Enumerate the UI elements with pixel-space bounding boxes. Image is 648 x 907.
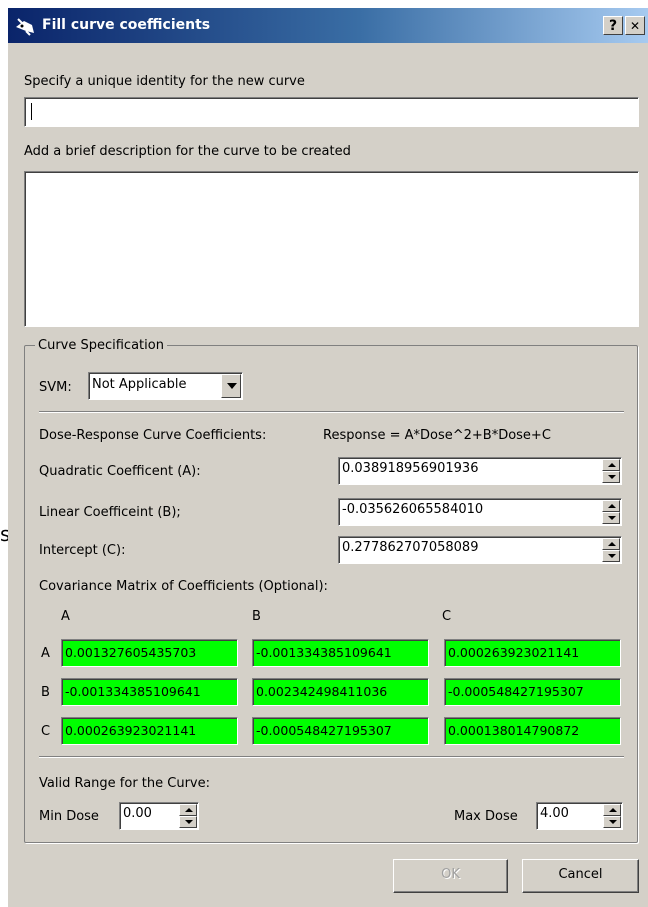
svm-combobox[interactable]: Not Applicable [88, 372, 243, 400]
cov-cell-a-a[interactable]: 0.001327605435703 [61, 639, 238, 667]
max-dose-label: Max Dose [454, 809, 518, 824]
spin-up-icon[interactable] [603, 804, 621, 816]
ok-button[interactable]: OK [393, 859, 508, 893]
close-button[interactable]: ✕ [625, 16, 645, 35]
row-label-a: A [41, 646, 50, 661]
range-label: Valid Range for the Curve: [39, 776, 210, 791]
max-dose-spinbox[interactable]: 4.00 [536, 802, 623, 830]
svm-label: SVM: [39, 380, 72, 395]
column-header-b: B [252, 609, 261, 624]
cancel-button[interactable]: Cancel [522, 859, 639, 893]
row-label-b: B [41, 685, 50, 700]
dialog-window: Fill curve coefficients ? ✕ Specify a un… [8, 8, 648, 907]
curve-specification-group [24, 345, 638, 843]
spin-up-icon[interactable] [602, 459, 620, 471]
window-title: Fill curve coefficients [42, 17, 211, 33]
description-label: Add a brief description for the curve to… [24, 144, 351, 159]
cov-cell-b-c[interactable]: -0.000548427195307 [444, 678, 621, 706]
identity-input[interactable] [24, 97, 639, 127]
help-button[interactable]: ? [603, 16, 623, 35]
linear-spinbox[interactable]: -0.035626065584010 [338, 498, 622, 526]
cov-cell-b-a[interactable]: -0.001334385109641 [61, 678, 238, 706]
row-label-c: C [41, 724, 51, 739]
divider [39, 411, 624, 413]
quadratic-spinbox[interactable]: 0.038918956901936 [338, 457, 622, 485]
spin-up-icon[interactable] [602, 500, 620, 512]
quadratic-label: Quadratic Coefficent (A): [39, 464, 201, 479]
formula-label: Response = A*Dose^2+B*Dose+C [323, 428, 551, 443]
column-header-a: A [61, 609, 70, 624]
intercept-value: 0.277862707058089 [342, 540, 479, 555]
spin-up-icon[interactable] [602, 538, 620, 550]
min-dose-label: Min Dose [39, 809, 99, 824]
description-textarea[interactable] [24, 171, 639, 327]
curve-app-icon [16, 18, 34, 36]
min-dose-spinbox[interactable]: 0.00 [119, 802, 199, 830]
max-dose-value: 4.00 [540, 806, 569, 821]
spin-down-icon[interactable] [179, 816, 197, 828]
spin-up-icon[interactable] [179, 804, 197, 816]
cov-cell-a-c[interactable]: 0.000263923021141 [444, 639, 621, 667]
covariance-label: Covariance Matrix of Coefficients (Optio… [39, 579, 328, 594]
divider [39, 756, 624, 758]
cov-cell-b-b[interactable]: 0.002342498411036 [252, 678, 429, 706]
curve-specification-title: Curve Specification [35, 338, 167, 353]
spin-down-icon[interactable] [602, 550, 620, 562]
coefficients-header: Dose-Response Curve Coefficients: [39, 428, 267, 443]
column-header-c: C [442, 609, 452, 624]
cov-cell-c-c[interactable]: 0.000138014790872 [444, 717, 621, 745]
spin-down-icon[interactable] [602, 512, 620, 524]
quadratic-value: 0.038918956901936 [342, 461, 479, 476]
min-dose-value: 0.00 [123, 806, 152, 821]
title-bar[interactable]: Fill curve coefficients ? ✕ [8, 8, 648, 43]
linear-label: Linear Coefficeint (B); [39, 505, 181, 520]
intercept-spinbox[interactable]: 0.277862707058089 [338, 536, 622, 564]
svm-selected-value: Not Applicable [92, 377, 187, 392]
cov-cell-a-b[interactable]: -0.001334385109641 [252, 639, 429, 667]
close-icon: ✕ [629, 19, 641, 33]
identity-label: Specify a unique identity for the new cu… [24, 74, 305, 89]
cov-cell-c-a[interactable]: 0.000263923021141 [61, 717, 238, 745]
spin-down-icon[interactable] [602, 471, 620, 483]
text-cursor [31, 103, 32, 120]
intercept-label: Intercept (C): [39, 543, 126, 558]
help-icon: ? [608, 18, 618, 34]
cov-cell-c-b[interactable]: -0.000548427195307 [252, 717, 429, 745]
linear-value: -0.035626065584010 [342, 502, 484, 517]
chevron-down-icon[interactable] [221, 374, 241, 398]
spin-down-icon[interactable] [603, 816, 621, 828]
